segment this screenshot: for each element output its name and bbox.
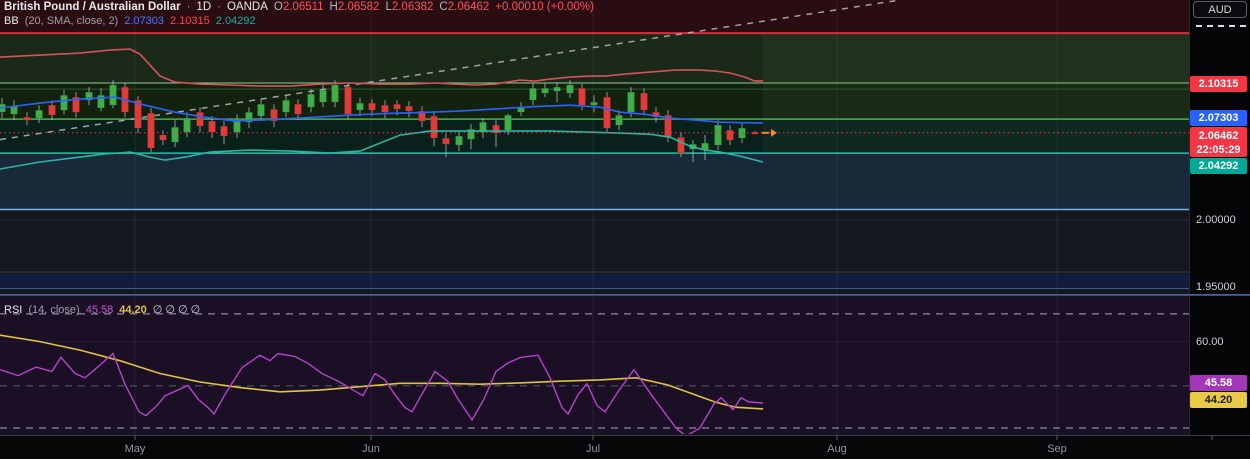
currency-toggle-button[interactable]: AUD (1193, 1, 1247, 18)
bb-name: BB (4, 15, 19, 27)
price-axis-tick: 2.00000 (1196, 214, 1236, 226)
symbol-legend[interactable]: British Pound / Australian Dollar · 1D ·… (4, 1, 594, 13)
bar-countdown: 22:05:29 (1196, 144, 1241, 156)
price-axis-label: 2.04292 (1190, 158, 1247, 174)
bb-indicator-legend[interactable]: BB (20, SMA, close, 2) 2.07303 2.10315 2… (4, 15, 256, 27)
time-axis-month-label: Jun (362, 443, 380, 455)
price-change: +0.00010 (+0.00%) (495, 1, 594, 13)
pane-separator-accent (0, 295, 1250, 296)
bb-params: (20, SMA, close, 2) (24, 15, 119, 27)
bb-basis-value: 2.07303 (124, 15, 164, 27)
price-axis-tick: 1.95000 (1196, 281, 1236, 293)
exchange-label: OANDA (226, 1, 268, 13)
rsi-empty-values: ∅ ∅ ∅ ∅ (152, 304, 201, 316)
price-axis-label: 2.10315 (1190, 76, 1247, 92)
interval-label[interactable]: 1D (196, 1, 211, 13)
time-axis-month-label: Jul (585, 443, 601, 455)
last-price-value: 2.06462 (1198, 130, 1239, 142)
ohlc-low: L2.06382 (385, 1, 434, 13)
price-axis-label: 45.58 (1190, 375, 1247, 391)
time-axis-month-label: Sep (1047, 443, 1067, 455)
rsi-params: (14, close) (28, 303, 80, 316)
ohlc-close: C2.06462 (439, 1, 490, 13)
ohlc-high: H2.06582 (329, 1, 380, 13)
clipped-label-dashes (1196, 25, 1246, 27)
legend-separator: · (217, 1, 221, 13)
legend-separator: · (186, 1, 191, 13)
bb-lower-value: 2.04292 (215, 15, 256, 27)
time-axis-month-label: May (124, 443, 146, 455)
price-axis-label: 44.20 (1190, 392, 1247, 408)
price-axis-tick: 60.00 (1196, 336, 1224, 348)
ohlc-open: O2.06511 (273, 1, 324, 13)
rsi-ma-value: 44.20 (119, 303, 147, 316)
rsi-name: RSI (4, 303, 23, 316)
rsi-value: 45.58 (85, 303, 114, 316)
bb-upper-value: 2.10315 (170, 15, 210, 27)
symbol-title: British Pound / Australian Dollar (4, 1, 181, 13)
price-axis-label-countdown: 2.06462 22:05:29 (1190, 127, 1247, 157)
price-axis-label: 2.07303 (1190, 110, 1247, 126)
price-chart-canvas[interactable] (0, 0, 1250, 459)
rsi-indicator-legend[interactable]: RSI (14, close) 45.58 44.20 ∅ ∅ ∅ ∅ (4, 303, 201, 317)
trading-chart-window: British Pound / Australian Dollar · 1D ·… (0, 0, 1250, 459)
time-axis-month-label: Aug (827, 443, 847, 455)
